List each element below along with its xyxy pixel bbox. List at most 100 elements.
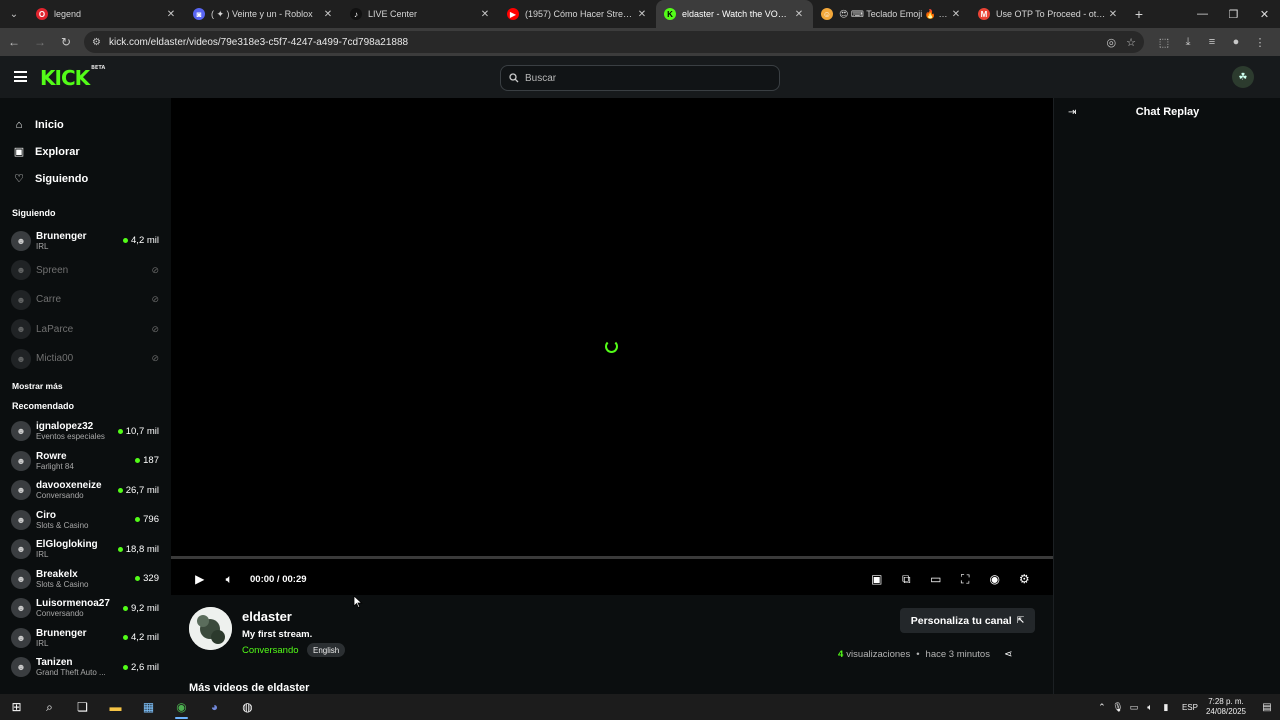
extensions-icon[interactable]: ⬚: [1152, 36, 1176, 49]
close-tab-icon[interactable]: ✕: [322, 9, 334, 20]
nav-item-siguiendo[interactable]: ♡ Siguiendo: [0, 165, 171, 192]
kick-logo[interactable]: KICK BETA: [40, 65, 105, 90]
close-tab-icon[interactable]: ✕: [1107, 9, 1119, 20]
input-language[interactable]: ESP: [1182, 703, 1198, 712]
forward-icon[interactable]: →: [28, 30, 52, 54]
media-icon[interactable]: ≡: [1200, 36, 1224, 49]
channel-item[interactable]: ☻ davooxeneize Conversando 26,7 mil: [0, 476, 171, 506]
battery-icon[interactable]: ▮: [1158, 702, 1174, 713]
eye-off-icon[interactable]: ◎: [1107, 36, 1117, 49]
channel-item[interactable]: ☻ Mictia00 ⊘: [0, 344, 171, 374]
browser-tab[interactable]: Olegend ✕: [28, 0, 185, 28]
menu-dots-icon[interactable]: ⋮: [1248, 36, 1272, 49]
channel-item[interactable]: ☻ ignalopez32 Eventos especiales 10,7 mil: [0, 417, 171, 447]
theater-mode-icon[interactable]: ▭: [921, 567, 951, 591]
live-dot-icon: [117, 428, 123, 434]
browser-tab[interactable]: Keldaster - Watch the VOD on K ✕: [656, 0, 813, 28]
reload-icon[interactable]: ↻: [54, 30, 78, 54]
playback-speed-icon[interactable]: ◉: [980, 567, 1010, 591]
network-icon[interactable]: ▭: [1126, 702, 1142, 713]
tab-search-icon[interactable]: ⌄: [0, 0, 28, 28]
profile-icon[interactable]: ●: [1224, 36, 1248, 49]
speaker-icon[interactable]: 🔈︎: [1142, 702, 1158, 713]
browser-tab[interactable]: ♪ LIVE Center ✕: [342, 0, 499, 28]
nav-item-explorar[interactable]: ▣ Explorar: [0, 138, 171, 165]
channel-item[interactable]: ☻ Breakelx Slots & Casino 329: [0, 564, 171, 594]
nav-item-inicio[interactable]: ⌂ Inicio: [0, 111, 171, 138]
hamburger-menu-icon[interactable]: [14, 71, 27, 82]
channel-name: Ciro: [36, 509, 56, 521]
address-bar[interactable]: ⚙ kick.com/eldaster/videos/79e318e3-c5f7…: [84, 31, 1144, 53]
close-tab-icon[interactable]: ✕: [165, 9, 177, 20]
back-icon[interactable]: ←: [2, 30, 26, 54]
clip-icon[interactable]: ⧉: [892, 567, 922, 591]
close-tab-icon[interactable]: ✕: [636, 9, 648, 20]
play-icon[interactable]: ▶: [185, 567, 215, 591]
stream-category[interactable]: Conversando: [242, 645, 299, 656]
volume-icon[interactable]: 🔈︎: [215, 567, 245, 591]
taskbar-clock[interactable]: 7:28 p. m. 24/08/2025: [1206, 697, 1246, 717]
progress-bar[interactable]: [171, 556, 1053, 559]
close-window-icon[interactable]: ✕: [1249, 0, 1280, 28]
channel-item[interactable]: ☻ Rowre Farlight 84 187: [0, 446, 171, 476]
microphone-icon[interactable]: 🎙︎: [1110, 702, 1126, 713]
player-controls: ▶ 🔈︎ 00:00 / 00:29 ▣ ⧉ ▭ ⛶ ◉ ⚙: [171, 567, 1053, 591]
restore-icon[interactable]: ❐: [1218, 0, 1249, 28]
channel-meta: LaParce: [36, 324, 151, 335]
browser-tab[interactable]: ◙ ( ✦ ) Veinte y un - Roblox ✕: [185, 0, 342, 28]
channel-name: Tanizen: [36, 657, 73, 669]
search-input[interactable]: [525, 72, 765, 84]
close-tab-icon[interactable]: ✕: [950, 9, 962, 20]
windows-start-icon[interactable]: ⊞: [0, 694, 33, 720]
channel-avatar[interactable]: [189, 607, 232, 650]
toolbar-actions: ⬚ ⤓ ≡ ● ⋮: [1152, 36, 1272, 49]
language-tag[interactable]: English: [307, 643, 346, 657]
url-text: kick.com/eldaster/videos/79e318e3-c5f7-4…: [108, 36, 409, 48]
close-tab-icon[interactable]: ✕: [479, 9, 491, 20]
close-tab-icon[interactable]: ✕: [793, 9, 805, 20]
obs-icon[interactable]: ◍: [231, 694, 264, 720]
channel-item[interactable]: ☻ Brunenger IRL 4,2 mil: [0, 226, 171, 256]
site-info-icon[interactable]: ⚙: [92, 37, 101, 48]
share-icon[interactable]: ⋖: [1004, 649, 1012, 660]
minimize-icon[interactable]: —: [1187, 0, 1218, 28]
user-avatar[interactable]: ☘: [1232, 66, 1254, 88]
new-tab-icon[interactable]: +: [1127, 6, 1151, 22]
live-dot-icon: [123, 635, 129, 641]
viewer-count-text: 796: [143, 514, 159, 526]
channel-avatar: ☻: [11, 289, 31, 310]
channel-item[interactable]: ☻ LaParce ⊘: [0, 315, 171, 345]
discord-taskbar-icon[interactable]: ◕: [198, 694, 231, 720]
settings-gear-icon[interactable]: ⚙: [1010, 567, 1040, 591]
browser-tab[interactable]: ▶ (1957) Cómo Hacer Streams en✕: [499, 0, 656, 28]
fullscreen-icon[interactable]: ⛶: [951, 567, 981, 591]
channel-item[interactable]: ☻ Spreen ⊘: [0, 256, 171, 286]
channel-item[interactable]: ☻ Ciro Slots & Casino 796: [0, 505, 171, 535]
pip-icon[interactable]: ▣: [862, 567, 892, 591]
notification-icon[interactable]: ▤: [1254, 702, 1280, 713]
channel-item[interactable]: ☻ Luisormenoa27 Conversando 9,2 mil: [0, 594, 171, 624]
customize-channel-button[interactable]: Personaliza tu canal ⇱: [900, 608, 1035, 633]
channel-avatar: ☻: [11, 230, 31, 251]
channel-name[interactable]: eldaster: [242, 609, 292, 624]
file-explorer-icon[interactable]: ▬: [99, 694, 132, 720]
search-box[interactable]: [500, 65, 780, 91]
browser-tab[interactable]: M Use OTP To Proceed - otaloral ✕: [970, 0, 1127, 28]
download-icon[interactable]: ⤓: [1176, 36, 1200, 49]
tray-chevron-icon[interactable]: ⌃: [1094, 702, 1110, 713]
channel-item[interactable]: ☻ Carre ⊘: [0, 285, 171, 315]
channel-item[interactable]: ☻ Tanizen Grand Theft Auto ... 2,6 mil: [0, 653, 171, 683]
channel-avatar: ☻: [11, 319, 31, 340]
collapse-chat-icon[interactable]: ⇥: [1068, 107, 1076, 118]
browser-tab[interactable]: ☺ 😍 ⌨ Teclado Emoji 🔥 🔥 375✕: [813, 0, 970, 28]
chrome-icon[interactable]: ◉: [165, 694, 198, 720]
bookmark-star-icon[interactable]: ☆: [1126, 36, 1136, 49]
viewer-count: 796: [135, 514, 159, 525]
channel-item[interactable]: ☻ Brunenger IRL 4,2 mil: [0, 623, 171, 653]
show-more-link[interactable]: Mostrar más: [0, 374, 171, 399]
store-icon[interactable]: ▦: [132, 694, 165, 720]
task-view-icon[interactable]: ❏: [66, 694, 99, 720]
video-player[interactable]: ▶ 🔈︎ 00:00 / 00:29 ▣ ⧉ ▭ ⛶ ◉ ⚙: [171, 98, 1053, 595]
taskbar-search-icon[interactable]: ⌕: [33, 694, 66, 720]
channel-item[interactable]: ☻ ElGlogloking IRL 18,8 mil: [0, 535, 171, 565]
